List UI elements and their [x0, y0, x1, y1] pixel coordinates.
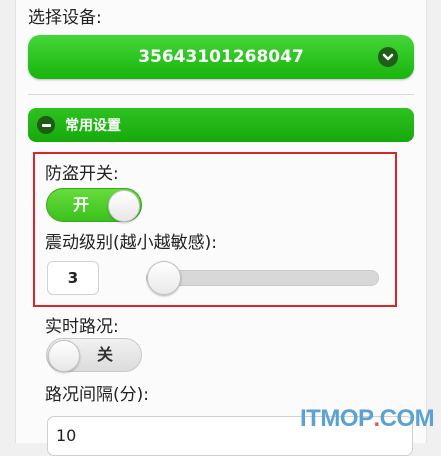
- toggle-knob[interactable]: [48, 340, 80, 372]
- real-time-traffic-toggle[interactable]: 关: [46, 338, 142, 372]
- site-watermark: ITMOP. COM: [300, 404, 435, 434]
- device-select-label: 选择设备:: [28, 8, 102, 28]
- real-time-traffic-label: 实时路况:: [45, 317, 119, 337]
- anti-theft-toggle[interactable]: 开: [46, 188, 142, 222]
- toggle-knob[interactable]: [108, 190, 140, 222]
- section-title: 常用设置: [65, 118, 121, 134]
- divider: [28, 94, 414, 95]
- vibration-slider-handle[interactable]: [147, 261, 181, 295]
- traffic-interval-label: 路况间隔(分):: [45, 385, 149, 405]
- section-header-common-settings[interactable]: 常用设置: [28, 108, 414, 142]
- watermark-suffix: COM: [379, 405, 435, 432]
- vibration-level-label: 震动级别(越小越敏感):: [45, 233, 217, 253]
- device-select-button[interactable]: 35643101268047: [28, 35, 414, 79]
- anti-theft-toggle-text: 开: [73, 195, 90, 214]
- minus-circle-icon[interactable]: [37, 116, 55, 134]
- watermark-text: ITMOP: [300, 405, 374, 432]
- vibration-level-value: 3: [47, 261, 99, 295]
- device-id-value: 35643101268047: [138, 47, 304, 67]
- anti-theft-label: 防盗开关:: [45, 164, 119, 184]
- real-time-traffic-toggle-text: 关: [97, 345, 114, 364]
- chevron-down-icon[interactable]: [378, 47, 398, 67]
